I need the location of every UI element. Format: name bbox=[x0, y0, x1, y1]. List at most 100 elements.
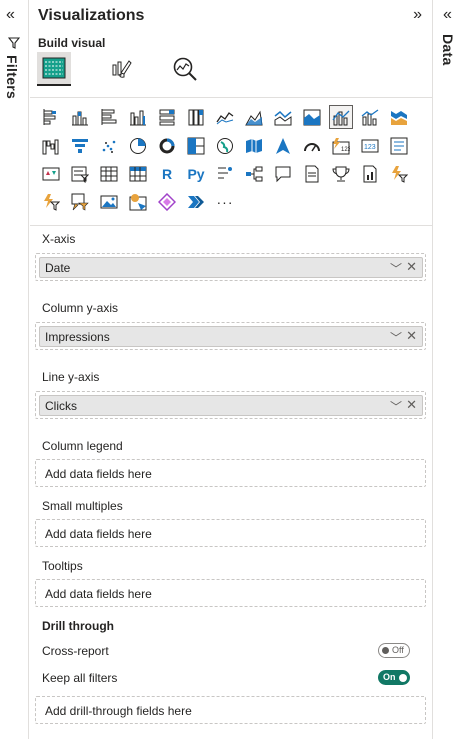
slicer-icon[interactable] bbox=[68, 162, 92, 186]
matrix-icon[interactable] bbox=[126, 162, 150, 186]
tooltips-placeholder: Add data fields here bbox=[45, 587, 152, 601]
x-axis-well[interactable]: Date ﹀ ✕ bbox=[35, 253, 426, 281]
clustered-column-chart-icon[interactable] bbox=[126, 105, 150, 129]
close-icon[interactable]: ✕ bbox=[406, 259, 417, 275]
collapse-chevrons-icon[interactable]: « bbox=[6, 6, 15, 24]
toggle-state-text: On bbox=[383, 672, 396, 682]
line-chart-icon[interactable] bbox=[213, 105, 237, 129]
small-multiples-placeholder: Add data fields here bbox=[45, 527, 152, 541]
visual-type-gallery: 123 123 R Py ··· bbox=[30, 98, 432, 226]
column-y-axis-field-pill[interactable]: Impressions ﹀ ✕ bbox=[39, 326, 423, 347]
100-stacked-column-chart-icon[interactable] bbox=[184, 105, 208, 129]
more-visuals-icon[interactable]: ··· bbox=[213, 190, 237, 214]
column-legend-label: Column legend bbox=[42, 439, 123, 453]
card-new-icon[interactable]: 123 bbox=[329, 134, 353, 158]
line-y-axis-well[interactable]: Clicks ﹀ ✕ bbox=[35, 391, 426, 419]
build-visual-label: Build visual bbox=[38, 36, 106, 50]
column-legend-placeholder: Add data fields here bbox=[45, 467, 152, 481]
filters-pane-collapsed[interactable]: « Filters bbox=[0, 0, 29, 739]
column-y-axis-well[interactable]: Impressions ﹀ ✕ bbox=[35, 322, 426, 350]
smart-narrative-icon[interactable] bbox=[300, 162, 324, 186]
cross-report-label: Cross-report bbox=[42, 644, 109, 658]
data-pane-collapsed[interactable]: « Data bbox=[432, 0, 466, 739]
line-and-clustered-column-chart-icon[interactable] bbox=[358, 105, 382, 129]
drill-through-placeholder: Add drill-through fields here bbox=[45, 704, 192, 718]
filters-label[interactable]: Filters bbox=[4, 55, 20, 99]
data-label[interactable]: Data bbox=[440, 34, 456, 66]
table-icon[interactable] bbox=[97, 162, 121, 186]
goals-trophy-icon[interactable] bbox=[329, 162, 353, 186]
line-and-stacked-column-chart-icon[interactable] bbox=[329, 105, 353, 129]
funnel-icon bbox=[7, 36, 21, 54]
ribbon-chart-icon[interactable] bbox=[387, 105, 411, 129]
stacked-bar-chart-icon[interactable] bbox=[39, 105, 63, 129]
decomposition-tree-icon[interactable] bbox=[242, 162, 266, 186]
small-multiples-well[interactable]: Add data fields here bbox=[35, 519, 426, 547]
cross-report-toggle[interactable]: Off bbox=[378, 643, 410, 658]
map-icon[interactable] bbox=[213, 134, 237, 158]
power-apps-slicer-icon[interactable] bbox=[387, 162, 411, 186]
close-icon[interactable]: ✕ bbox=[406, 328, 417, 344]
tooltips-well[interactable]: Add data fields here bbox=[35, 579, 426, 607]
line-y-axis-field-pill[interactable]: Clicks ﹀ ✕ bbox=[39, 395, 423, 416]
power-bi-panes: « Filters Visualizations » Build visual bbox=[0, 0, 466, 739]
chevron-down-icon[interactable]: ﹀ bbox=[390, 260, 402, 277]
build-visual-button[interactable] bbox=[37, 52, 71, 86]
metrics-diamond-icon[interactable] bbox=[155, 190, 179, 214]
format-visual-button[interactable] bbox=[105, 52, 139, 86]
column-y-axis-field-name: Impressions bbox=[45, 330, 110, 344]
svg-text:123: 123 bbox=[341, 147, 350, 153]
power-automate-icon[interactable] bbox=[39, 190, 63, 214]
stacked-column-chart-icon[interactable] bbox=[68, 105, 92, 129]
analytics-magnifier-icon bbox=[173, 57, 197, 81]
tooltips-label: Tooltips bbox=[42, 559, 83, 573]
100-stacked-area-chart-icon[interactable] bbox=[300, 105, 324, 129]
waterfall-chart-icon[interactable] bbox=[39, 134, 63, 158]
card-icon[interactable]: 123 bbox=[358, 134, 382, 158]
chevron-down-icon[interactable]: ﹀ bbox=[390, 398, 402, 415]
visualizations-header: Visualizations » Build visual bbox=[30, 0, 432, 98]
visualizations-pane: Visualizations » Build visual 123 123 R … bbox=[30, 0, 432, 739]
toggle-knob bbox=[399, 674, 407, 682]
chevron-down-icon[interactable]: ﹀ bbox=[390, 329, 402, 346]
line-y-axis-field-name: Clicks bbox=[45, 399, 77, 413]
drill-through-label: Drill through bbox=[42, 619, 114, 633]
expand-chevrons-icon[interactable]: » bbox=[413, 6, 422, 24]
treemap-icon[interactable] bbox=[184, 134, 208, 158]
funnel-chart-icon[interactable] bbox=[68, 134, 92, 158]
x-axis-field-pill[interactable]: Date ﹀ ✕ bbox=[39, 257, 423, 278]
azure-map-icon[interactable] bbox=[271, 134, 295, 158]
100-stacked-bar-chart-icon[interactable] bbox=[155, 105, 179, 129]
close-icon[interactable]: ✕ bbox=[406, 397, 417, 413]
qa-visual-icon[interactable] bbox=[271, 162, 295, 186]
line-y-axis-label: Line y-axis bbox=[42, 370, 100, 384]
power-automate-flow-icon[interactable] bbox=[184, 190, 208, 214]
toggle-state-text: Off bbox=[392, 645, 404, 655]
power-apps-icon[interactable] bbox=[68, 190, 92, 214]
keep-all-filters-toggle[interactable]: On bbox=[378, 670, 410, 685]
r-script-visual-icon[interactable]: R bbox=[155, 162, 179, 186]
scatter-chart-icon[interactable] bbox=[97, 134, 121, 158]
paginated-report-icon[interactable] bbox=[358, 162, 382, 186]
drill-through-well[interactable]: Add drill-through fields here bbox=[35, 696, 426, 724]
gauge-icon[interactable] bbox=[300, 134, 324, 158]
key-influencers-icon[interactable] bbox=[213, 162, 237, 186]
kpi-icon[interactable] bbox=[39, 162, 63, 186]
multi-row-card-icon[interactable] bbox=[387, 134, 411, 158]
stacked-area-chart-icon[interactable] bbox=[271, 105, 295, 129]
analytics-button[interactable] bbox=[168, 52, 202, 86]
image-visual-icon[interactable] bbox=[97, 190, 121, 214]
pie-chart-icon[interactable] bbox=[126, 134, 150, 158]
column-y-axis-label: Column y-axis bbox=[42, 301, 119, 315]
area-chart-icon[interactable] bbox=[242, 105, 266, 129]
donut-chart-icon[interactable] bbox=[155, 134, 179, 158]
python-visual-icon[interactable]: Py bbox=[184, 162, 208, 186]
arcgis-map-icon[interactable] bbox=[126, 190, 150, 214]
svg-text:123: 123 bbox=[364, 144, 376, 151]
build-visual-icon bbox=[42, 57, 66, 79]
clustered-bar-chart-icon[interactable] bbox=[97, 105, 121, 129]
column-legend-well[interactable]: Add data fields here bbox=[35, 459, 426, 487]
collapse-chevrons-icon[interactable]: « bbox=[443, 6, 452, 24]
toggle-knob bbox=[382, 647, 389, 654]
filled-map-icon[interactable] bbox=[242, 134, 266, 158]
